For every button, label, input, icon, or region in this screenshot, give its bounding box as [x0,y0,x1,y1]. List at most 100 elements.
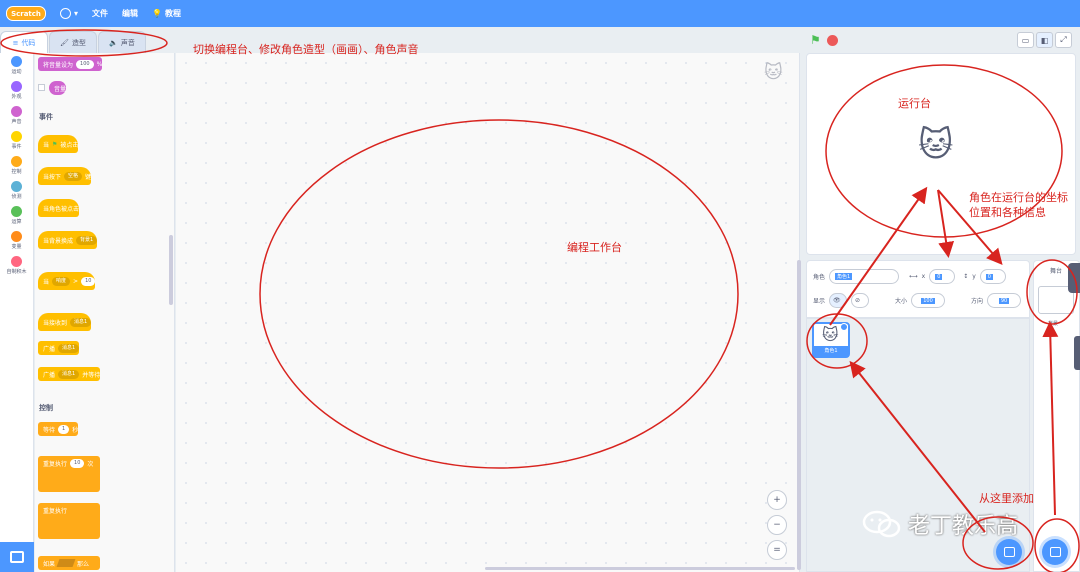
add-annotation: 从这里添加 [979,492,1034,505]
stage-size-controls: ▭ ◧ ⤢ [1017,32,1072,48]
side-collapse-tab[interactable] [1068,263,1080,293]
volume-reporter[interactable]: 音量 [49,81,67,95]
category-dot [11,56,22,67]
block-text: 广播 [43,345,56,353]
category-operators[interactable]: 运算 [0,203,33,228]
category-dot [11,231,22,242]
tab-code[interactable]: ≡ 代码 [0,31,48,53]
reporter-checkbox[interactable] [38,84,45,91]
category-dot [11,81,22,92]
broadcast-and-wait-block[interactable]: 广播 消息1 并等待 [38,367,101,381]
sprite-name-input[interactable]: 角色1 [829,269,900,284]
when-loudness-block[interactable]: 当 响度 > 10 [38,272,96,290]
category-label: 运算 [11,219,22,225]
block-dropdown[interactable]: 消息1 [70,317,92,327]
sprite-info-panel: 角色 角色1 ⟷ x 0 ↕ y 0 显示 👁 ⊘ 大小 100 方向 90 [806,260,1030,318]
palette-scrollbar[interactable] [169,235,173,305]
x-input[interactable]: 0 [929,269,956,284]
category-dot [11,106,22,117]
green-flag-button[interactable]: ⚑ [810,33,821,47]
events-section-title: 事件 [39,113,53,121]
block-text: 重复执行 [43,508,68,515]
category-looks[interactable]: 外观 [0,78,33,103]
small-stage-button[interactable]: ▭ [1017,32,1034,48]
broadcast-block[interactable]: 广播 消息1 [38,341,80,355]
tutorials-menu[interactable]: 💡 教程 [152,8,181,19]
code-workspace[interactable] [176,53,800,572]
category-label: 侦测 [11,194,22,200]
when-receive-block[interactable]: 当接收到 消息1 [38,313,92,331]
sprite-name-label: 角色 [813,274,826,281]
when-flag-clicked-block[interactable]: 当 ⚑ 被点击 [38,135,79,153]
stop-button[interactable] [826,34,838,46]
block-input[interactable]: 100 [76,59,94,69]
large-stage-button[interactable]: ◧ [1036,32,1053,48]
category-label: 运动 [11,69,22,75]
category-motion[interactable]: 运动 [0,53,33,78]
block-palette: 将音量设为 100 % 音量 事件 当 ⚑ 被点击 当按下 空格 键 当角色被点… [35,53,175,572]
scratch-logo[interactable]: Scratch [6,6,46,21]
menu-bar: Scratch ▾ 文件 编辑 💡 教程 [0,0,1080,27]
eye-icon: 👁 [833,297,841,304]
block-input[interactable]: 10 [81,276,96,286]
add-extension-button[interactable] [0,542,34,572]
language-menu[interactable]: ▾ [60,8,78,19]
forever-block[interactable]: 重复执行 [38,503,100,539]
category-sound[interactable]: 声音 [0,103,33,128]
when-backdrop-switches-block[interactable]: 当背景换成 背景1 [38,231,98,249]
block-dropdown[interactable]: 消息1 [58,369,80,379]
watermark-text: 老丁教乐高 [908,514,1019,539]
edit-menu[interactable]: 编辑 [122,8,138,19]
set-volume-block[interactable]: 将音量设为 100 % [38,57,103,71]
extension-icon [10,551,24,563]
file-menu[interactable]: 文件 [92,8,108,19]
category-sensing[interactable]: 侦测 [0,178,33,203]
boolean-slot[interactable] [56,559,76,567]
size-input[interactable]: 100 [911,293,946,308]
cat-sprite-icon[interactable]: 🐱 [918,125,953,165]
hide-button[interactable]: ⊘ [851,293,870,308]
category-variables[interactable]: 变量 [0,228,33,253]
lightbulb-icon: 💡 [152,9,162,18]
zoom-in-button[interactable]: + [767,490,787,510]
sprite-info-annotation-1: 角色在运行台的坐标 [969,191,1068,204]
block-dropdown[interactable]: 响度 [52,276,71,286]
workspace-horizontal-scrollbar[interactable] [485,567,795,570]
repeat-block[interactable]: 重复执行 10 次 [38,456,100,492]
when-key-pressed-block[interactable]: 当按下 空格 键 [38,167,92,185]
block-input[interactable]: 10 [70,459,85,468]
direction-input[interactable]: 90 [987,293,1022,308]
block-dropdown[interactable]: 空格 [64,171,83,181]
wait-block[interactable]: 等待 1 秒 [38,422,79,436]
cat-thumbnail-icon: 🐱 [822,325,839,344]
workspace-vertical-scrollbar[interactable] [797,260,801,570]
category-label: 事件 [11,144,22,150]
category-my-blocks[interactable]: 自制积木 [0,253,33,278]
sprite-add-icon [1003,547,1015,557]
zoom-reset-button[interactable]: = [767,540,787,560]
if-then-block[interactable]: 如果 那么 [38,556,100,570]
stage-panel-title: 舞台 [1050,268,1063,275]
tab-costumes[interactable]: 🖌 造型 [49,31,97,53]
fullscreen-button[interactable]: ⤢ [1055,32,1072,48]
block-dropdown[interactable]: 背景1 [76,235,98,245]
block-input[interactable]: 1 [58,424,70,434]
stage-annotation: 运行台 [898,97,931,110]
category-control[interactable]: 控制 [0,153,33,178]
tab-sounds[interactable]: 🔈 声音 [98,31,146,53]
block-dropdown[interactable]: 消息1 [58,343,80,353]
delete-sprite-icon[interactable] [840,323,848,331]
category-label: 外观 [11,94,22,100]
when-sprite-clicked-block[interactable]: 当角色被点击 [38,199,80,217]
size-value: 100 [921,297,935,304]
side-drawer-tab[interactable] [1074,336,1080,370]
zoom-out-button[interactable]: − [767,515,787,535]
y-input[interactable]: 0 [979,269,1006,284]
category-events[interactable]: 事件 [0,128,33,153]
block-text: 将音量设为 [43,61,74,69]
add-backdrop-button[interactable] [1042,539,1068,565]
block-text: 并等待 [82,371,101,379]
add-sprite-button[interactable] [996,539,1022,565]
show-visible-button[interactable]: 👁 [829,293,848,308]
block-text: 重复执行 [43,461,68,468]
